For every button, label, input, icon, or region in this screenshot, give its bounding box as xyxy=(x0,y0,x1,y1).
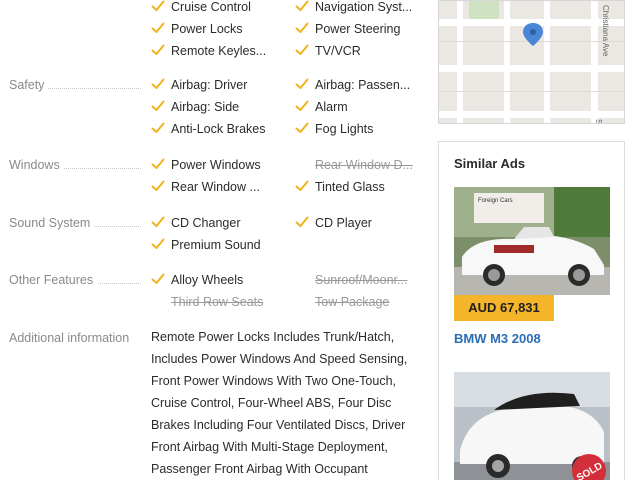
checkmark-icon xyxy=(295,77,309,91)
checkmark-icon xyxy=(295,21,309,35)
feature-item: Rear Window D... xyxy=(315,158,413,172)
feature-item: Power Windows xyxy=(151,154,261,176)
map-street-label: Christiana Ave xyxy=(601,5,610,57)
category-label-windows: Windows xyxy=(9,156,141,174)
map-street-label-2: S xyxy=(594,119,603,124)
similar-ads-title: Similar Ads xyxy=(454,156,526,171)
feature-item: CD Changer xyxy=(151,212,240,234)
checkmark-icon xyxy=(151,121,165,135)
checkmark-icon xyxy=(151,77,165,91)
feature-item: Navigation Syst... xyxy=(295,0,412,18)
checkmark-icon xyxy=(295,43,309,57)
category-label-other: Other Features xyxy=(9,271,141,289)
feature-item: Rear Window ... xyxy=(151,176,260,198)
similar-ads-panel: Similar Ads Foreign Cars AUD 67,831 BMW … xyxy=(438,141,625,480)
checkmark-icon xyxy=(151,157,165,171)
feature-item: Third Row Seats xyxy=(171,295,264,309)
checkmark-icon xyxy=(151,215,165,229)
feature-item: Fog Lights xyxy=(295,118,373,140)
location-map[interactable]: Christiana Ave S xyxy=(438,0,625,124)
feature-item: Alarm xyxy=(295,96,348,118)
checkmark-icon xyxy=(295,99,309,113)
category-label-additional: Additional information xyxy=(9,329,141,347)
checkmark-icon xyxy=(151,237,165,251)
checkmark-icon xyxy=(151,21,165,35)
feature-item: Power Locks xyxy=(151,18,243,40)
feature-item: Sunroof/Moonr... xyxy=(315,273,408,287)
similar-ad-title-link[interactable]: BMW M3 2008 xyxy=(454,331,541,346)
checkmark-icon xyxy=(151,0,165,13)
car-photo-white-convertible: Foreign Cars xyxy=(454,187,610,295)
feature-item: Remote Keyles... xyxy=(151,40,266,62)
similar-ad-photo-2[interactable]: SOLD xyxy=(454,372,610,480)
dealer-sign: Foreign Cars xyxy=(478,198,513,204)
feature-item: Alloy Wheels xyxy=(151,269,243,291)
feature-item: Anti-Lock Brakes xyxy=(151,118,265,140)
feature-item: Power Steering xyxy=(295,18,400,40)
checkmark-icon xyxy=(151,99,165,113)
feature-item: Premium Sound xyxy=(151,234,261,256)
checkmark-icon xyxy=(151,179,165,193)
map-graphic: Christiana Ave S xyxy=(439,1,624,124)
feature-item: Cruise Control xyxy=(151,0,251,18)
checkmark-icon xyxy=(151,43,165,57)
similar-ad-photo-1[interactable]: Foreign Cars xyxy=(454,187,610,295)
checkmark-icon xyxy=(295,179,309,193)
category-label-safety: Safety xyxy=(9,76,141,94)
similar-ad-price: AUD 67,831 xyxy=(454,295,554,321)
feature-item: Airbag: Passen... xyxy=(295,74,410,96)
checkmark-icon xyxy=(295,121,309,135)
additional-info-text: Remote Power Locks Includes Trunk/Hatch,… xyxy=(151,330,408,476)
feature-item: CD Player xyxy=(295,212,372,234)
feature-item: Tinted Glass xyxy=(295,176,385,198)
checkmark-icon xyxy=(295,0,309,13)
checkmark-icon xyxy=(151,272,165,286)
feature-item: Airbag: Driver xyxy=(151,74,247,96)
category-label-sound: Sound System xyxy=(9,214,141,232)
feature-item: Tow Package xyxy=(315,295,390,309)
feature-item: TV/VCR xyxy=(295,40,361,62)
checkmark-icon xyxy=(295,215,309,229)
sold-badge: SOLD xyxy=(572,454,606,480)
feature-item: Airbag: Side xyxy=(151,96,239,118)
